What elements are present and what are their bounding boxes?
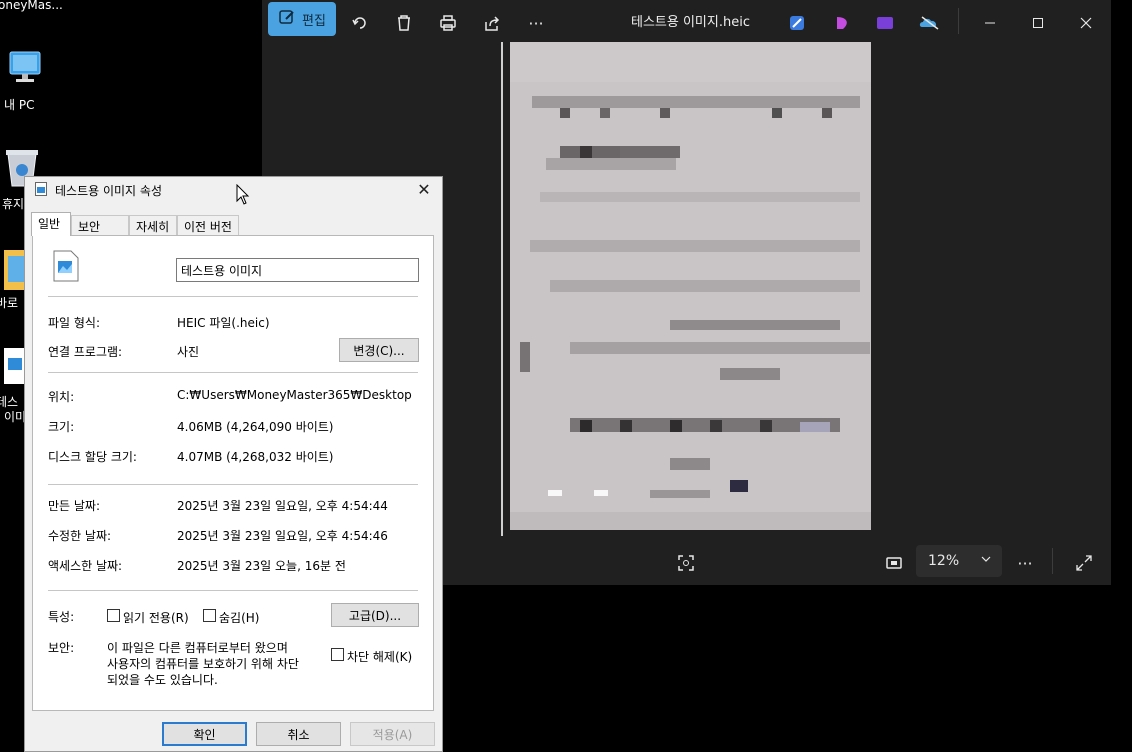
fullscreen-icon[interactable]	[1072, 548, 1096, 578]
actual-size-icon[interactable]	[882, 548, 906, 578]
accessed-label: 액세스한 날짜:	[48, 559, 123, 573]
size-value: 4.06MB (4,264,090 바이트)	[177, 420, 334, 434]
delete-icon[interactable]	[392, 8, 416, 38]
cancel-button[interactable]: 취소	[256, 722, 341, 746]
filmstrip-divider	[501, 42, 503, 536]
tab-security[interactable]: 보안	[71, 215, 129, 235]
mouse-cursor-icon	[236, 183, 250, 209]
file-type-icon	[53, 250, 79, 285]
zoom-dropdown[interactable]: 12%	[916, 545, 1002, 577]
share-icon[interactable]	[480, 8, 504, 38]
ok-button[interactable]: 확인	[162, 722, 247, 746]
more-options-bottom-button[interactable]: ···	[1012, 548, 1038, 578]
separator	[48, 484, 418, 485]
separator	[48, 296, 418, 297]
modified-label: 수정한 날짜:	[48, 529, 112, 543]
minimize-icon[interactable]	[978, 8, 1002, 38]
dialog-title: 테스트용 이미지 속성	[55, 184, 162, 198]
edit-button[interactable]: 편집	[268, 2, 336, 36]
accessed-value: 2025년 3월 23일 오늘, 16분 전	[177, 559, 346, 573]
security-text-line1: 이 파일은 다른 컴퓨터로부터 왔으며	[107, 641, 288, 655]
apply-button[interactable]: 적용(A)	[350, 722, 435, 746]
created-label: 만든 날짜:	[48, 499, 101, 513]
general-tab-panel: 파일 형식: HEIC 파일(.heic) 연결 프로그램: 사진 변경(C).…	[32, 235, 434, 711]
unblock-checkbox[interactable]	[331, 648, 344, 661]
viewer-title: 테스트용 이미지.heic	[631, 15, 750, 30]
tab-details[interactable]: 자세히	[129, 215, 177, 235]
size-label: 크기:	[48, 420, 75, 434]
security-text-line3: 되었을 수도 있습니다.	[107, 673, 218, 687]
security-label: 보안:	[48, 641, 75, 655]
properties-dialog: 테스트용 이미지 속성 ✕ 일반 보안 자세히 이전 버전 파일 형식: HEI…	[24, 176, 443, 752]
opens-with-label: 연결 프로그램:	[48, 345, 123, 359]
recycle-bin-label[interactable]: 휴지	[2, 195, 24, 212]
maximize-icon[interactable]	[1026, 8, 1050, 38]
scan-icon[interactable]	[674, 548, 698, 578]
location-label: 위치:	[48, 390, 75, 404]
file-type-value: HEIC 파일(.heic)	[177, 316, 270, 330]
security-text-line2: 사용자의 컴퓨터를 보호하기 위해 차단	[107, 657, 299, 671]
dialog-close-icon[interactable]: ✕	[412, 180, 436, 200]
disk-size-label: 디스크 할당 크기:	[48, 450, 137, 464]
this-pc-label[interactable]: 내 PC	[4, 96, 34, 113]
dialog-file-icon	[35, 182, 47, 199]
shortcut-label[interactable]: 바로	[0, 294, 18, 311]
tab-general[interactable]: 일반	[31, 212, 71, 236]
hidden-checkbox[interactable]	[203, 609, 216, 622]
advanced-button[interactable]: 고급(D)...	[331, 603, 419, 627]
close-icon[interactable]	[1074, 8, 1098, 38]
more-options-button[interactable]: ···	[524, 8, 548, 38]
unblock-label[interactable]: 차단 해제(K)	[347, 648, 412, 665]
designer-app-icon[interactable]	[786, 8, 808, 38]
opens-with-value: 사진	[177, 345, 200, 359]
print-icon[interactable]	[436, 8, 460, 38]
this-pc-icon[interactable]	[4, 48, 44, 92]
video-app-icon[interactable]	[874, 8, 896, 38]
file-label-line2[interactable]: 이미	[4, 408, 26, 425]
photo-image	[510, 42, 871, 530]
separator	[48, 590, 418, 591]
tab-previous-versions[interactable]: 이전 버전	[177, 215, 239, 235]
edit-label: 편집	[302, 13, 326, 29]
clipchamp-app-icon[interactable]	[832, 8, 854, 38]
onedrive-off-icon[interactable]	[918, 8, 942, 38]
separator	[48, 372, 418, 373]
hidden-label[interactable]: 숨김(H)	[219, 609, 259, 626]
desktop-item-label[interactable]: oneyMas...	[0, 0, 63, 12]
rotate-icon[interactable]	[348, 8, 372, 38]
readonly-label[interactable]: 읽기 전용(R)	[123, 609, 189, 626]
disk-size-value: 4.07MB (4,268,032 바이트)	[177, 450, 334, 464]
location-value: C:₩Users₩MoneyMaster365₩Desktop	[177, 388, 412, 402]
modified-value: 2025년 3월 23일 일요일, 오후 4:54:46	[177, 529, 388, 543]
filename-input[interactable]	[176, 258, 419, 282]
chevron-down-icon	[980, 553, 992, 569]
zoom-level: 12%	[928, 553, 960, 569]
file-type-label: 파일 형식:	[48, 316, 101, 330]
readonly-checkbox[interactable]	[107, 609, 120, 622]
created-value: 2025년 3월 23일 일요일, 오후 4:54:44	[177, 499, 388, 513]
edit-icon	[278, 8, 296, 30]
change-button[interactable]: 변경(C)...	[339, 338, 419, 362]
attributes-label: 특성:	[48, 610, 75, 624]
